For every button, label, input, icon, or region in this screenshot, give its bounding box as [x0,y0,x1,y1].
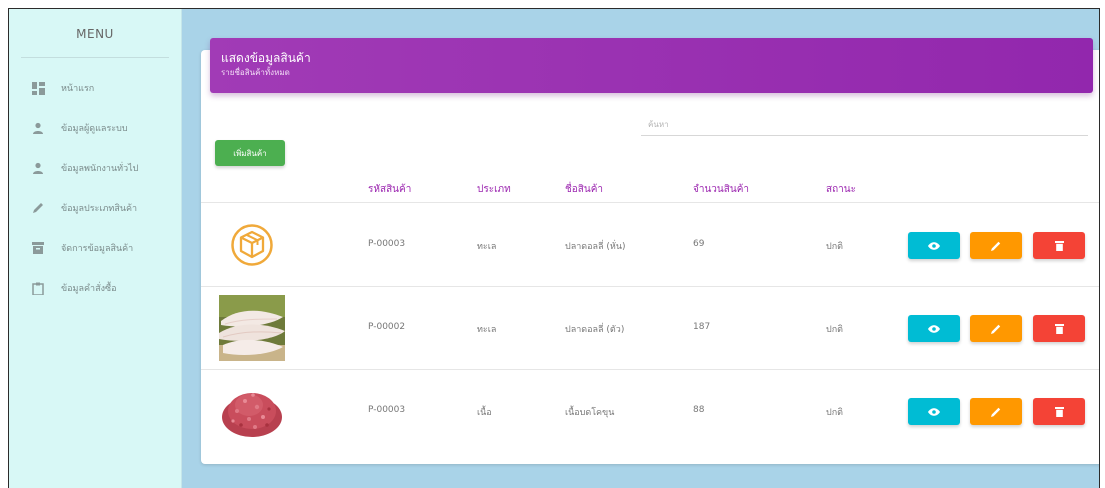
cell-type: เนื้อ [477,408,492,418]
edit-button[interactable] [970,398,1022,425]
view-button[interactable] [908,232,960,259]
page-subtitle: รายชื่อสินค้าทั้งหมด [221,68,290,77]
sidebar-nav: หน้าแรก ข้อมูลผู้ดูแลระบบ ข้อมูลพนักงานท… [9,68,181,308]
cell-code: P-00003 [368,405,406,415]
sidebar-item-label: ข้อมูลผู้ดูแลระบบ [61,124,128,134]
trash-icon [1054,240,1064,251]
search-input[interactable] [641,113,1088,136]
sidebar-item-label: หน้าแรก [61,84,95,94]
cell-type: ทะเล [477,242,497,252]
person-icon [31,161,45,175]
column-header-name: ชื่อสินค้า [565,184,604,195]
clipboard-icon [31,281,45,295]
view-button[interactable] [908,398,960,425]
cell-name: ปลาดอลลี่ (ตัว) [565,325,625,335]
cell-code: P-00002 [368,322,406,332]
table-row: P-00003 เนื้อ เนื้อบดโคขุน 88 ปกติ [201,370,1099,453]
app-window: MENU หน้าแรก ข้อมูลผู้ดูแลระบบ ข้อมูลพนั… [8,8,1100,488]
sidebar-item-label: ข้อมูลประเภทสินค้า [61,204,138,214]
view-button[interactable] [908,315,960,342]
sidebar-item-admins[interactable]: ข้อมูลผู้ดูแลระบบ [9,108,181,148]
sidebar-item-home[interactable]: หน้าแรก [9,68,181,108]
cell-name: ปลาดอลลี่ (หั่น) [565,242,626,252]
sidebar-item-products[interactable]: จัดการข้อมูลสินค้า [9,228,181,268]
trash-icon [1054,406,1064,417]
cell-code: P-00003 [368,239,406,249]
cell-type: ทะเล [477,325,497,335]
table-header: รหัสสินค้า ประเภท ชื่อสินค้า จำนวนสินค้า… [201,178,1099,203]
pencil-icon [991,407,1001,417]
sidebar-item-label: ข้อมูลคำสั่งซื้อ [61,284,117,294]
page-title: แสดงข้อมูลสินค้า [221,51,311,65]
add-product-button[interactable]: เพิ่มสินค้า [215,140,285,166]
column-header-code: รหัสสินค้า [368,184,412,195]
eye-icon [928,241,940,250]
trash-icon [1054,323,1064,334]
person-icon [31,121,45,135]
table-row: P-00003 ทะเล ปลาดอลลี่ (หั่น) 69 ปกติ [201,204,1099,287]
sidebar-title: MENU [76,27,114,41]
cell-status: ปกติ [826,408,844,418]
column-header-status: สถานะ [826,184,856,195]
delete-button[interactable] [1033,315,1085,342]
archive-icon [31,241,45,255]
edit-button[interactable] [970,315,1022,342]
pencil-icon [991,241,1001,251]
cell-name: เนื้อบดโคขุน [565,408,615,418]
eye-icon [928,324,940,333]
ground-beef-photo [217,378,287,444]
pencil-icon [991,324,1001,334]
box-icon [217,212,287,278]
sidebar: MENU หน้าแรก ข้อมูลผู้ดูแลระบบ ข้อมูลพนั… [9,9,182,488]
cell-status: ปกติ [826,325,844,335]
delete-button[interactable] [1033,398,1085,425]
cell-quantity: 88 [693,405,705,415]
sidebar-item-categories[interactable]: ข้อมูลประเภทสินค้า [9,188,181,228]
sidebar-item-orders[interactable]: ข้อมูลคำสั่งซื้อ [9,268,181,308]
card-header: แสดงข้อมูลสินค้า รายชื่อสินค้าทั้งหมด [210,38,1093,93]
column-header-quantity: จำนวนสินค้า [693,184,750,195]
pencil-icon [31,201,45,215]
sidebar-item-label: จัดการข้อมูลสินค้า [61,244,134,254]
fish-fillet-photo [217,295,287,361]
edit-button[interactable] [970,232,1022,259]
search-field [641,112,1088,136]
table-row: P-00002 ทะเล ปลาดอลลี่ (ตัว) 187 ปกติ [201,287,1099,370]
cell-status: ปกติ [826,242,844,252]
column-header-type: ประเภท [477,184,511,195]
cell-quantity: 69 [693,239,705,249]
sidebar-divider [21,57,169,58]
sidebar-item-label: ข้อมูลพนักงานทั่วไป [61,164,139,174]
products-card: แสดงข้อมูลสินค้า รายชื่อสินค้าทั้งหมด เพ… [201,38,1099,464]
cell-quantity: 187 [693,322,711,332]
eye-icon [928,407,940,416]
sidebar-item-employees[interactable]: ข้อมูลพนักงานทั่วไป [9,148,181,188]
dashboard-icon [31,81,45,95]
delete-button[interactable] [1033,232,1085,259]
